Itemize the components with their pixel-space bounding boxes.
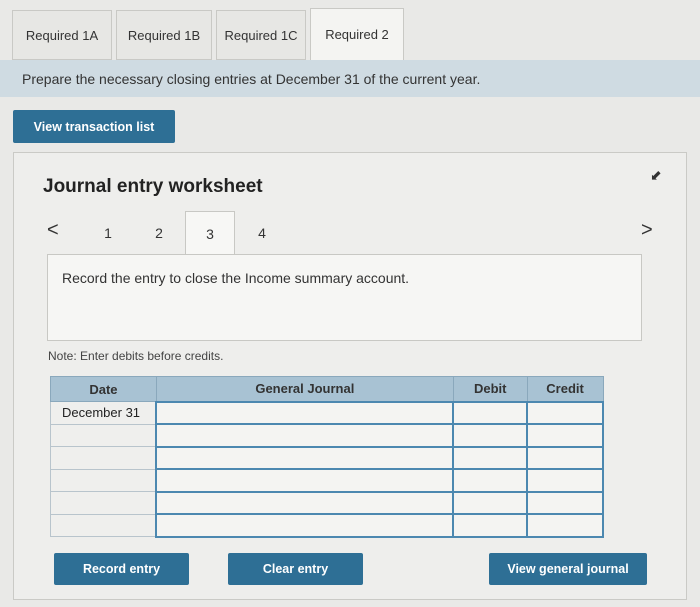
account-input[interactable]: [155, 468, 455, 493]
account-input[interactable]: [155, 445, 455, 470]
date-cell: [50, 513, 157, 537]
table-row: [50, 513, 604, 538]
date-cell: [50, 491, 157, 515]
credit-input[interactable]: [526, 400, 604, 425]
prev-entry-chevron-icon[interactable]: <: [47, 219, 59, 242]
debits-note: Note: Enter debits before credits.: [48, 349, 224, 363]
journal-table: Date General Journal Debit Credit Decemb…: [50, 376, 604, 538]
instruction-text: Prepare the necessary closing entries at…: [22, 70, 481, 87]
journal-entry-worksheet: Journal entry worksheet ⬋ < 1 2 3 4 > Re…: [13, 152, 687, 600]
credit-input[interactable]: [526, 490, 604, 515]
credit-input[interactable]: [526, 423, 604, 448]
entry-description: Record the entry to close the Income sum…: [62, 270, 410, 286]
header-credit: Credit: [526, 376, 604, 402]
worksheet-title: Journal entry worksheet: [43, 176, 263, 197]
header-general-journal: General Journal: [155, 376, 454, 402]
debit-input[interactable]: [452, 490, 529, 515]
table-row: [50, 468, 604, 493]
page-2[interactable]: 2: [139, 211, 179, 255]
record-entry-button[interactable]: Record entry: [54, 553, 189, 585]
table-row: [50, 490, 604, 515]
credit-input[interactable]: [526, 513, 604, 538]
tab-required-1b[interactable]: Required 1B: [116, 10, 212, 60]
debit-input[interactable]: [452, 513, 529, 538]
account-input[interactable]: [155, 400, 455, 425]
page-3[interactable]: 3: [185, 211, 235, 256]
page-1[interactable]: 1: [88, 211, 128, 255]
account-input[interactable]: [155, 423, 455, 448]
tab-required-2[interactable]: Required 2: [310, 8, 404, 60]
credit-input[interactable]: [526, 468, 604, 493]
account-input[interactable]: [155, 490, 455, 515]
tab-required-1a[interactable]: Required 1A: [12, 10, 112, 60]
header-debit: Debit: [452, 376, 528, 402]
debit-input[interactable]: [452, 400, 529, 425]
date-cell: [50, 446, 157, 470]
view-transaction-list-button[interactable]: View transaction list: [13, 110, 175, 143]
header-date: Date: [50, 376, 157, 402]
debit-input[interactable]: [452, 445, 529, 470]
next-entry-chevron-icon[interactable]: >: [641, 219, 653, 242]
debit-input[interactable]: [452, 468, 529, 493]
date-cell: December 31: [50, 401, 157, 425]
entry-description-box: Record the entry to close the Income sum…: [47, 254, 642, 341]
account-input[interactable]: [155, 513, 455, 538]
journal-header-row: Date General Journal Debit Credit: [50, 376, 604, 402]
tab-bar: Required 1A Required 1B Required 1C Requ…: [0, 8, 700, 60]
credit-input[interactable]: [526, 445, 604, 470]
entry-pager: < 1 2 3 4 >: [14, 211, 688, 256]
view-general-journal-button[interactable]: View general journal: [489, 553, 647, 585]
table-row: December 31: [50, 400, 604, 425]
mouse-cursor-icon: ⬋: [650, 167, 662, 183]
table-row: [50, 423, 604, 448]
page-4[interactable]: 4: [242, 211, 282, 255]
clear-entry-button[interactable]: Clear entry: [228, 553, 363, 585]
date-cell: [50, 468, 157, 492]
tab-required-1c[interactable]: Required 1C: [216, 10, 306, 60]
instruction-bar: Prepare the necessary closing entries at…: [0, 60, 700, 97]
table-row: [50, 445, 604, 470]
debit-input[interactable]: [452, 423, 529, 448]
date-cell: [50, 423, 157, 447]
